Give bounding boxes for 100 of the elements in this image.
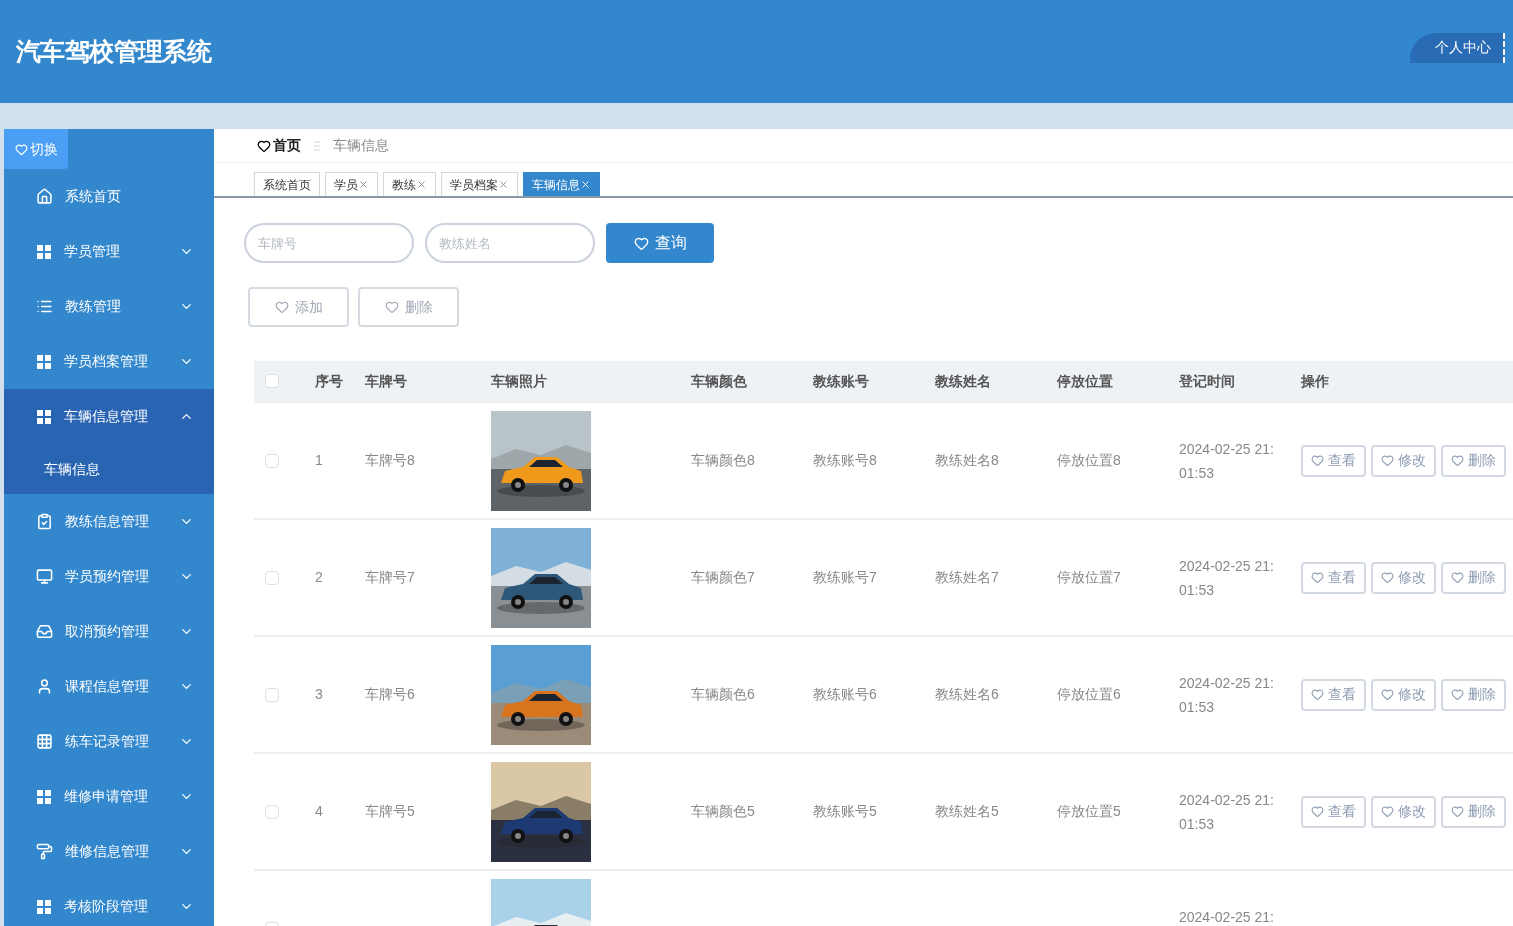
sidebar-item[interactable]: 学员档案管理 — [4, 334, 214, 389]
grid-icon — [36, 243, 52, 260]
table-cell-text: 4 — [315, 802, 323, 821]
tab[interactable]: 教练 — [383, 172, 436, 196]
sidebar-subitem[interactable]: 车辆信息 — [4, 444, 214, 494]
search-field[interactable]: 教练姓名 — [425, 223, 595, 263]
table-cell-text: 车牌号7 — [365, 568, 415, 587]
heart-icon — [257, 138, 271, 153]
heart-icon — [14, 142, 28, 156]
heart-icon — [1311, 571, 1324, 584]
sidebar-item[interactable]: 练车记录管理 — [4, 714, 214, 769]
table-cell-text: 教练姓名6 — [935, 685, 999, 704]
column-header: 序号 — [315, 371, 343, 391]
sidebar-item[interactable]: 系统首页 — [4, 169, 214, 224]
delete-button[interactable]: 删除 — [1441, 561, 1506, 594]
select-all-checkbox[interactable] — [265, 374, 279, 388]
heart-icon — [1381, 571, 1394, 584]
breadcrumb-home[interactable]: 首页 — [273, 135, 301, 156]
table-cell-text: 教练姓名8 — [935, 451, 999, 470]
heart-icon — [1451, 571, 1464, 584]
delete-button[interactable]: 删除 — [1441, 678, 1506, 711]
view-button[interactable]: 查看 — [1301, 561, 1366, 594]
search-field[interactable]: 车牌号 — [244, 223, 414, 263]
user-center-tab[interactable]: 个人中心 — [1410, 32, 1505, 63]
table-cell-text: 教练账号6 — [813, 685, 877, 704]
heart-icon — [633, 235, 649, 251]
heart-icon — [274, 300, 289, 314]
clipboard-check-icon — [36, 513, 53, 530]
tab[interactable]: 车辆信息 — [523, 172, 600, 196]
view-button[interactable]: 查看 — [1301, 678, 1366, 711]
toggle-button[interactable]: 切换 — [4, 129, 68, 169]
heart-icon — [1381, 805, 1394, 818]
column-header: 教练姓名 — [935, 371, 991, 391]
paint-roller-icon — [36, 843, 53, 860]
sidebar-item[interactable]: 教练信息管理 — [4, 494, 214, 549]
sidebar-item[interactable]: 取消预约管理 — [4, 604, 214, 659]
tab[interactable]: 学员档案 — [441, 172, 518, 196]
table-cell-text: 车辆颜色8 — [691, 451, 755, 470]
sidebar-item[interactable]: 学员管理 — [4, 224, 214, 279]
sidebar-item[interactable]: 学员预约管理 — [4, 549, 214, 604]
delete-button[interactable]: 删除 — [1441, 795, 1506, 828]
table-cell-text: 停放位置6 — [1057, 685, 1121, 704]
table-cell-text: 2 — [315, 568, 323, 587]
view-button[interactable]: 查看 — [1301, 795, 1366, 828]
app-title: 汽车驾校管理系统 — [16, 35, 211, 67]
heart-icon — [1451, 454, 1464, 467]
table-cell-text: 车牌号5 — [365, 802, 415, 821]
heart-icon — [1311, 688, 1324, 701]
table-cell-text: 车辆颜色5 — [691, 802, 755, 821]
edit-button[interactable]: 修改 — [1371, 795, 1436, 828]
table-cell-text: 2024-02-25 21:01:53 — [1179, 673, 1275, 717]
grid-icon — [36, 733, 53, 750]
grid-icon — [36, 353, 52, 370]
table-cell-text: 车牌号6 — [365, 685, 415, 704]
sidebar-item[interactable]: 维修信息管理 — [4, 824, 214, 879]
close-icon[interactable] — [498, 179, 509, 190]
close-icon[interactable] — [416, 179, 427, 190]
delete-button[interactable]: 删除 — [1441, 444, 1506, 477]
sidebar-item[interactable]: 教练管理 — [4, 279, 214, 334]
grid-icon — [36, 788, 52, 805]
close-icon[interactable] — [358, 179, 369, 190]
separator-icon — [313, 140, 321, 151]
table-cell-text: 教练姓名7 — [935, 568, 999, 587]
table-cell-text: 停放位置7 — [1057, 568, 1121, 587]
row-checkbox[interactable] — [265, 453, 279, 468]
close-icon[interactable] — [580, 179, 591, 190]
table-cell-text: 教练账号5 — [813, 802, 877, 821]
edit-button[interactable]: 修改 — [1371, 678, 1436, 711]
table-cell-text: 车辆颜色6 — [691, 685, 755, 704]
sidebar-item[interactable]: 车辆信息管理 — [4, 389, 214, 444]
column-header: 车辆照片 — [491, 371, 547, 391]
table-cell-text: 2024-02-25 21:01:53 — [1179, 790, 1275, 834]
tab[interactable]: 学员 — [325, 172, 378, 196]
column-header: 教练账号 — [813, 371, 869, 391]
table-cell-text: 停放位置8 — [1057, 451, 1121, 470]
column-header: 车辆颜色 — [691, 371, 747, 391]
table-cell-text: 2024-02-25 21: — [1179, 907, 1275, 926]
column-header: 停放位置 — [1057, 371, 1113, 391]
table-cell-text: 车辆颜色7 — [691, 568, 755, 587]
table-cell-text: 3 — [315, 685, 323, 704]
breadcrumb-current: 车辆信息 — [333, 136, 389, 155]
heart-icon — [1311, 454, 1324, 467]
row-checkbox[interactable] — [265, 687, 279, 702]
inbox-icon — [36, 623, 53, 640]
sidebar-item[interactable]: 维修申请管理 — [4, 769, 214, 824]
edit-button[interactable]: 修改 — [1371, 444, 1436, 477]
sidebar-item[interactable]: 课程信息管理 — [4, 659, 214, 714]
delete-button[interactable]: 删除 — [358, 287, 459, 327]
add-button[interactable]: 添加 — [248, 287, 349, 327]
sidebar-item[interactable]: 考核阶段管理 — [4, 879, 214, 926]
query-button[interactable]: 查询 — [606, 223, 714, 263]
row-checkbox[interactable] — [265, 804, 279, 819]
table-cell-text: 停放位置5 — [1057, 802, 1121, 821]
row-checkbox[interactable] — [265, 570, 279, 585]
heart-icon — [1451, 805, 1464, 818]
list-icon — [36, 298, 53, 315]
heart-icon — [1451, 688, 1464, 701]
tab[interactable]: 系统首页 — [254, 172, 320, 196]
view-button[interactable]: 查看 — [1301, 444, 1366, 477]
edit-button[interactable]: 修改 — [1371, 561, 1436, 594]
